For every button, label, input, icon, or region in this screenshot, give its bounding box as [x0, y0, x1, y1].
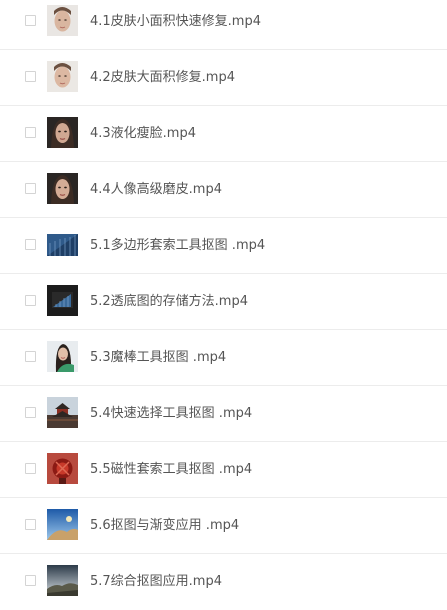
- file-row[interactable]: 5.1多边形套索工具抠图 .mp4: [0, 218, 447, 274]
- landscape-thumbnail-icon: [47, 565, 78, 596]
- pagoda-thumbnail-icon: [47, 397, 78, 428]
- dark-portrait-thumbnail-icon: [47, 117, 78, 148]
- dark-building-thumbnail-icon: [47, 285, 78, 316]
- file-name[interactable]: 5.3魔棒工具抠图 .mp4: [90, 330, 226, 386]
- file-row[interactable]: 5.5磁性套索工具抠图 .mp4: [0, 442, 447, 498]
- file-row[interactable]: 4.3液化瘦脸.mp4: [0, 106, 447, 162]
- dark-portrait-thumbnail-icon: [47, 173, 78, 204]
- file-checkbox[interactable]: [25, 575, 36, 586]
- file-checkbox[interactable]: [25, 15, 36, 26]
- file-name[interactable]: 4.3液化瘦脸.mp4: [90, 106, 196, 162]
- file-checkbox[interactable]: [25, 463, 36, 474]
- file-name[interactable]: 4.4人像高级磨皮.mp4: [90, 162, 222, 218]
- file-checkbox[interactable]: [25, 127, 36, 138]
- file-checkbox[interactable]: [25, 295, 36, 306]
- file-name[interactable]: 5.4快速选择工具抠图 .mp4: [90, 386, 252, 442]
- file-checkbox[interactable]: [25, 351, 36, 362]
- file-checkbox[interactable]: [25, 71, 36, 82]
- file-checkbox[interactable]: [25, 239, 36, 250]
- file-row[interactable]: 5.7综合抠图应用.mp4: [0, 554, 447, 610]
- file-row[interactable]: 5.4快速选择工具抠图 .mp4: [0, 386, 447, 442]
- portrait-thumbnail-icon: [47, 5, 78, 36]
- file-name[interactable]: 5.1多边形套索工具抠图 .mp4: [90, 218, 265, 274]
- file-row[interactable]: 4.4人像高级磨皮.mp4: [0, 162, 447, 218]
- building-thumbnail-icon: [47, 229, 78, 260]
- file-name[interactable]: 4.2皮肤大面积修复.mp4: [90, 50, 235, 106]
- file-row[interactable]: 5.6抠图与渐变应用 .mp4: [0, 498, 447, 554]
- file-row[interactable]: 5.2透底图的存储方法.mp4: [0, 274, 447, 330]
- woman-thumbnail-icon: [47, 341, 78, 372]
- file-name[interactable]: 5.6抠图与渐变应用 .mp4: [90, 498, 239, 554]
- file-checkbox[interactable]: [25, 407, 36, 418]
- portrait-thumbnail-icon: [47, 61, 78, 92]
- file-row[interactable]: 4.2皮肤大面积修复.mp4: [0, 50, 447, 106]
- file-name[interactable]: 5.7综合抠图应用.mp4: [90, 554, 222, 610]
- file-checkbox[interactable]: [25, 519, 36, 530]
- red-object-thumbnail-icon: [47, 453, 78, 484]
- sky-thumbnail-icon: [47, 509, 78, 540]
- file-checkbox[interactable]: [25, 183, 36, 194]
- file-name[interactable]: 5.5磁性套索工具抠图 .mp4: [90, 442, 252, 498]
- file-row[interactable]: 5.3魔棒工具抠图 .mp4: [0, 330, 447, 386]
- file-name[interactable]: 5.2透底图的存储方法.mp4: [90, 274, 248, 330]
- file-list: 4.1皮肤小面积快速修复.mp4 4.2皮肤大面积修复.mp4 4.3液化瘦脸.…: [0, 0, 447, 610]
- file-row[interactable]: 4.1皮肤小面积快速修复.mp4: [0, 0, 447, 50]
- file-name[interactable]: 4.1皮肤小面积快速修复.mp4: [90, 0, 261, 50]
